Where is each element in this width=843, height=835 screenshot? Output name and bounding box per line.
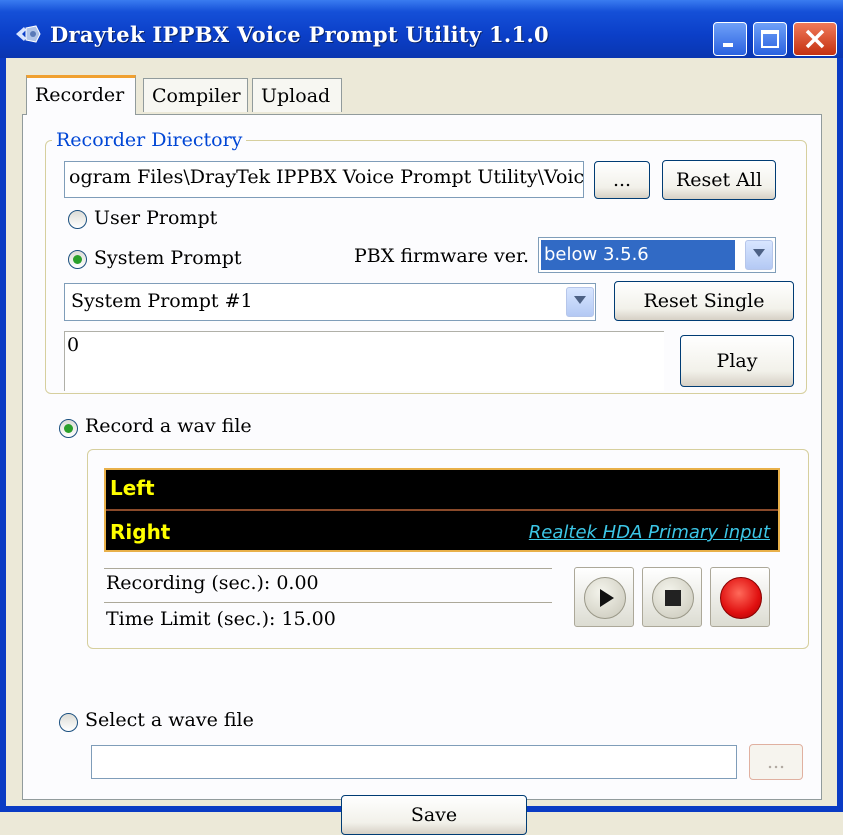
firmware-select[interactable]: below 3.5.6 bbox=[538, 237, 776, 273]
time-limit-text: Time Limit (sec.): 15.00 bbox=[106, 608, 336, 630]
level-meter: Left Right Realtek HDA Primary input bbox=[104, 468, 780, 552]
play-recording-button[interactable] bbox=[574, 567, 634, 627]
system-prompt-label: System Prompt bbox=[94, 247, 242, 269]
wave-file-path-field[interactable] bbox=[91, 745, 737, 779]
radio-selected-dot bbox=[73, 255, 82, 264]
browse-wave-button[interactable]: ... bbox=[749, 744, 803, 780]
close-button[interactable] bbox=[793, 22, 837, 56]
client-area: Recorder Compiler Upload Recorder Direct… bbox=[6, 58, 837, 835]
stop-recording-button[interactable] bbox=[642, 567, 702, 627]
recorder-directory-group: Recorder Directory ogram Files\DrayTek I… bbox=[45, 129, 807, 394]
record-wav-label: Record a wav file bbox=[85, 415, 252, 437]
prompt-dropdown-arrow[interactable] bbox=[566, 287, 594, 317]
recorder-directory-legend: Recorder Directory bbox=[52, 129, 247, 151]
record-icon bbox=[720, 577, 762, 619]
prompt-text-area[interactable]: 0 bbox=[64, 331, 664, 391]
reset-all-button[interactable]: Reset All bbox=[662, 160, 776, 200]
reset-single-button[interactable]: Reset Single bbox=[614, 281, 794, 321]
maximize-icon bbox=[761, 30, 779, 48]
recorder-panel: Recorder Directory ogram Files\DrayTek I… bbox=[22, 114, 822, 835]
browse-directory-button[interactable]: ... bbox=[594, 161, 650, 199]
minimize-icon bbox=[723, 43, 733, 47]
chevron-down-icon bbox=[574, 296, 586, 304]
app-window: Draytek IPPBX Voice Prompt Utility 1.1.0… bbox=[0, 0, 843, 835]
user-prompt-label: User Prompt bbox=[94, 207, 218, 229]
info-divider bbox=[104, 602, 552, 603]
user-prompt-radio[interactable] bbox=[68, 210, 87, 229]
meter-divider bbox=[106, 509, 778, 511]
maximize-button[interactable] bbox=[753, 22, 787, 56]
left-channel-label: Left bbox=[110, 476, 155, 500]
close-icon bbox=[805, 29, 825, 49]
stop-icon bbox=[652, 577, 694, 619]
system-prompt-radio[interactable] bbox=[68, 250, 87, 269]
firmware-dropdown-arrow[interactable] bbox=[745, 240, 773, 270]
prompt-select[interactable]: System Prompt #1 bbox=[64, 283, 596, 321]
chevron-down-icon bbox=[753, 249, 765, 257]
app-icon bbox=[16, 25, 41, 43]
recording-group: Left Right Realtek HDA Primary input Rec… bbox=[87, 449, 809, 649]
info-divider bbox=[104, 568, 552, 569]
tab-compiler[interactable]: Compiler bbox=[143, 78, 248, 112]
right-channel-label: Right bbox=[110, 520, 171, 544]
record-wav-radio[interactable] bbox=[59, 419, 78, 438]
select-wave-radio[interactable] bbox=[59, 713, 78, 732]
tab-recorder[interactable]: Recorder bbox=[26, 75, 136, 115]
select-wave-label: Select a wave file bbox=[85, 709, 254, 731]
radio-selected-dot bbox=[64, 424, 73, 433]
recording-time-text: Recording (sec.): 0.00 bbox=[106, 572, 319, 594]
firmware-label: PBX firmware ver. bbox=[354, 245, 530, 267]
title-bar[interactable]: Draytek IPPBX Voice Prompt Utility 1.1.0 bbox=[0, 0, 843, 58]
window-title: Draytek IPPBX Voice Prompt Utility 1.1.0 bbox=[50, 22, 549, 47]
input-source-link[interactable]: Realtek HDA Primary input bbox=[529, 522, 770, 543]
firmware-select-value: below 3.5.6 bbox=[541, 240, 735, 270]
play-icon bbox=[584, 577, 626, 619]
tab-upload[interactable]: Upload bbox=[252, 78, 342, 112]
minimize-button[interactable] bbox=[713, 22, 747, 56]
directory-path-field[interactable]: ogram Files\DrayTek IPPBX Voice Prompt U… bbox=[64, 161, 584, 198]
record-button[interactable] bbox=[710, 567, 770, 627]
save-button[interactable]: Save bbox=[341, 795, 527, 835]
play-button[interactable]: Play bbox=[680, 335, 794, 387]
prompt-select-value: System Prompt #1 bbox=[71, 290, 253, 312]
